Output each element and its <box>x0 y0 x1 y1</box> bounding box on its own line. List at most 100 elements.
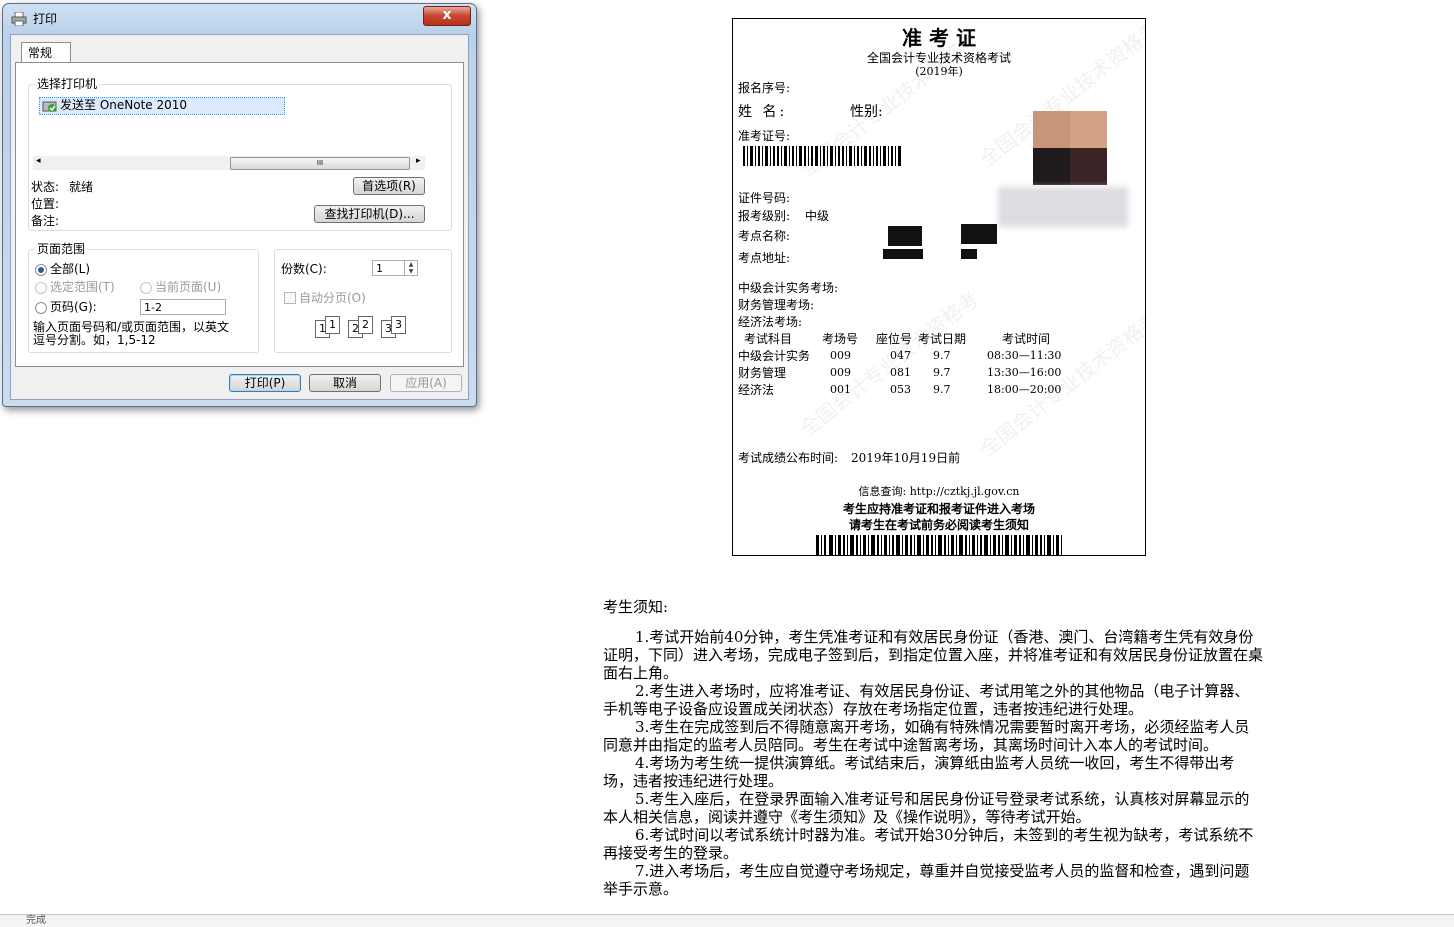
comment-label: 备注: <box>31 214 60 228</box>
candidate-notice: 考生须知: 1.考试开始前40分钟，考生凭准考证和有效居民身份证（香港、澳门、台… <box>603 598 1263 898</box>
preferences-button[interactable]: 首选项(R) <box>353 177 425 195</box>
close-icon[interactable]: x <box>423 6 471 26</box>
table-header: 座位号 <box>876 332 913 346</box>
scroll-thumb[interactable]: III <box>230 157 410 170</box>
notice-item: 2.考生进入考场时，应将准考证、有效居民身份证、考试用笔之外的其他物品（电子计算… <box>603 682 1250 718</box>
id-no-label: 证件号码: <box>738 191 791 205</box>
collate-pages-icon: 1 1 2 2 3 3 <box>315 312 415 342</box>
table-header: 考试科目 <box>744 332 793 346</box>
radio-current-page[interactable] <box>140 282 152 294</box>
table-header: 考场号 <box>822 332 859 346</box>
page-range-group: 页面范围 全部(L) 选定范围(T) 当前页面(U) 页码(G): 1-2 输入… <box>28 242 259 353</box>
dialog-body: 常规 选择打印机 发送至 OneNote 2010 ◂ III ▸ 状态: 就绪… <box>10 34 469 400</box>
admit-no-label: 准考证号: <box>738 129 791 143</box>
printer-list-item[interactable]: 发送至 OneNote 2010 <box>39 97 285 115</box>
cancel-button[interactable]: 取消 <box>309 374 381 392</box>
copies-group: 份数(C): 1 ▲ ▼ 自动分页(O) 1 1 2 2 3 3 <box>274 249 452 353</box>
notice-heading: 考生须知: <box>603 598 669 616</box>
table-cell: 13:30—16:00 <box>987 366 1062 379</box>
onenote-printer-icon <box>42 101 57 112</box>
tab-page-general: 选择打印机 发送至 OneNote 2010 ◂ III ▸ 状态: 就绪 位置… <box>15 62 464 367</box>
table-cell: 081 <box>890 366 911 379</box>
watermark: 全国会计专业技术资格考 <box>795 286 984 442</box>
radio-all-label: 全部(L) <box>50 262 91 276</box>
site-addr-label: 考点地址: <box>738 251 791 265</box>
apply-button[interactable]: 应用(A) <box>390 374 462 392</box>
printer-icon <box>11 12 27 26</box>
table-header: 考试时间 <box>1002 332 1051 346</box>
table-cell: 009 <box>830 349 851 362</box>
collate-label: 自动分页(O) <box>299 291 366 305</box>
redacted-block <box>961 249 977 259</box>
copies-input[interactable]: 1 ▲ ▼ <box>372 260 418 276</box>
level-value: 中级 <box>805 209 830 223</box>
collate-page: 3 <box>391 316 406 334</box>
gender-label: 性别: <box>850 104 883 120</box>
room2-label: 财务管理考场: <box>738 298 815 312</box>
redacted-block <box>883 249 923 259</box>
name-label: 姓 名: <box>738 104 788 120</box>
reg-no-label: 报名序号: <box>738 81 791 95</box>
range-hint-line2: 逗号分割。如，1,5-12 <box>33 333 156 347</box>
admit-barcode <box>743 146 901 166</box>
redacted-block <box>961 224 997 244</box>
redacted-block <box>888 226 922 246</box>
notice-line-2: 请考生在考试前务必阅读考生须知 <box>848 518 1029 532</box>
radio-selection[interactable] <box>35 282 47 294</box>
table-cell: 9.7 <box>933 349 951 362</box>
results-value: 2019年10月19日前 <box>851 451 961 465</box>
notice-line-1: 考生应持准考证和报考证件进入考场 <box>842 502 1035 516</box>
notice-item: 5.考生入座后，在登录界面输入准考证号和居民身份证号登录考试系统，认真核对屏幕显… <box>603 790 1250 826</box>
notice-item: 3.考生在完成签到后不得随意离开考场，如确有特殊情况需要暂时离开考场，必须经监考… <box>603 718 1250 754</box>
table-cell: 中级会计实务 <box>738 349 811 363</box>
copies-label: 份数(C): <box>281 262 327 276</box>
copies-spinner-icon[interactable]: ▲ ▼ <box>404 261 417 275</box>
print-button[interactable]: 打印(P) <box>229 374 301 392</box>
tab-general[interactable]: 常规 <box>21 42 71 62</box>
table-cell: 001 <box>830 383 851 396</box>
redacted-area <box>998 187 1128 227</box>
collate-checkbox[interactable] <box>284 292 296 304</box>
table-cell: 9.7 <box>933 366 951 379</box>
status-label: 状态: <box>31 180 60 194</box>
radio-selection-label: 选定范围(T) <box>50 280 115 294</box>
printer-group-label: 选择打印机 <box>35 77 100 91</box>
find-printer-button[interactable]: 查找打印机(D)... <box>314 205 425 223</box>
printer-group: 选择打印机 发送至 OneNote 2010 ◂ III ▸ 状态: 就绪 位置… <box>28 77 452 231</box>
ticket-year: (2019年) <box>915 65 963 78</box>
table-cell: 财务管理 <box>738 366 787 380</box>
location-label: 位置: <box>31 197 60 211</box>
notice-item: 4.考场为考生统一提供演算纸。考试结束后，演算纸由监考人员统一收回，考生不得带出… <box>603 754 1235 790</box>
table-cell: 047 <box>890 349 911 362</box>
site-name-label: 考点名称: <box>738 229 791 243</box>
ticket-title: 准 考 证 <box>902 26 976 50</box>
admission-ticket: 全国会计专业技术资格考 全国会计专业技术资格考 全国会计专业技术资格考 全国会计… <box>732 18 1146 556</box>
table-cell: 经济法 <box>738 383 775 397</box>
footer-barcode <box>816 535 1062 555</box>
scroll-left-icon[interactable]: ◂ <box>36 156 41 166</box>
table-cell: 053 <box>890 383 911 396</box>
radio-all[interactable] <box>35 264 47 276</box>
print-dialog: 打印 x 常规 选择打印机 发送至 OneNote 2010 ◂ III ▸ 状… <box>2 3 477 407</box>
copies-value: 1 <box>376 262 383 275</box>
scroll-right-icon[interactable]: ▸ <box>416 156 421 166</box>
status-value: 就绪 <box>69 180 94 194</box>
table-cell: 08:30—11:30 <box>987 349 1062 362</box>
collate-page: 1 <box>325 316 340 334</box>
range-hint-line1: 输入页面号码和/或页面范围，以英文 <box>33 320 230 334</box>
results-label: 考试成绩公布时间: <box>738 451 839 465</box>
table-header: 考试日期 <box>918 332 967 346</box>
table-cell: 9.7 <box>933 383 951 396</box>
printer-list-scrollbar[interactable]: ◂ III ▸ <box>33 156 425 170</box>
status-bar: 完成 <box>0 914 1454 927</box>
candidate-photo <box>1033 111 1108 186</box>
radio-pages[interactable] <box>35 302 47 314</box>
printer-name: 发送至 OneNote 2010 <box>60 98 188 112</box>
notice-item: 6.考试时间以考试系统计时器为准。考试开始30分钟后，未签到的考生视为缺考，考试… <box>603 826 1254 862</box>
notice-item: 1.考试开始前40分钟，考生凭准考证和有效居民身份证（香港、澳门、台湾籍考生凭有… <box>603 628 1264 682</box>
table-cell: 18:00—20:00 <box>987 383 1062 396</box>
pages-input[interactable]: 1-2 <box>140 299 226 315</box>
dialog-title: 打印 <box>33 12 58 26</box>
notice-item: 7.进入考场后，考生应自觉遵守考场规定，尊重并自觉接受监考人员的监督和检查，遇到… <box>603 862 1250 898</box>
radio-pages-label: 页码(G): <box>50 300 97 314</box>
